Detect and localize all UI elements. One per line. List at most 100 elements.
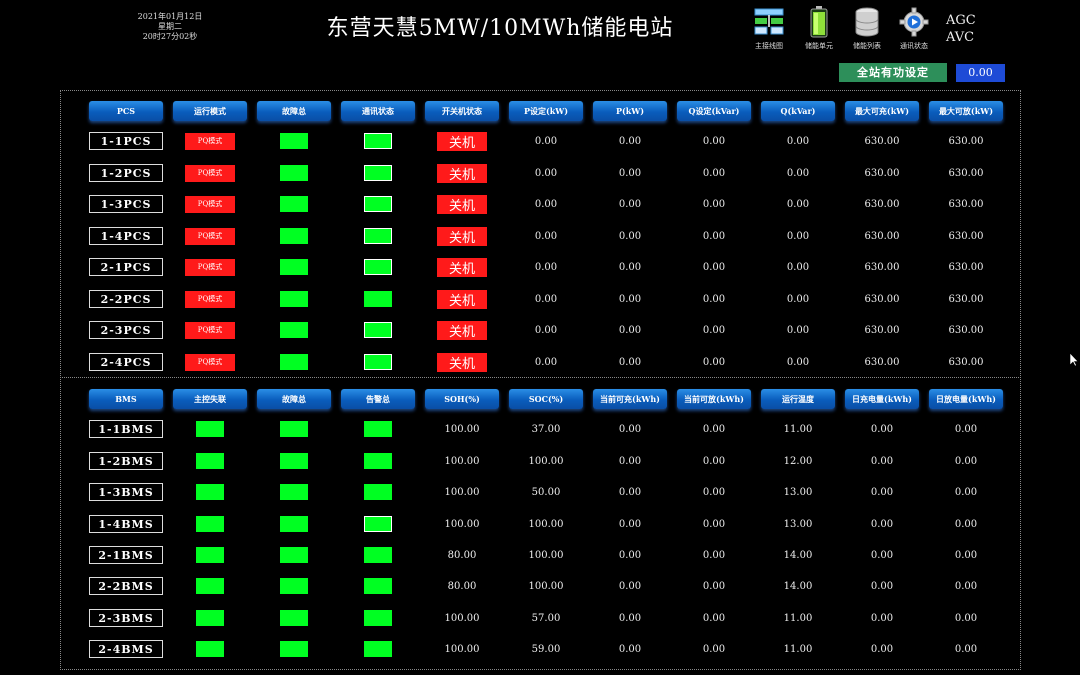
table-cell: 0.00 (761, 257, 835, 277)
table-cell: 运行模式 (173, 101, 247, 121)
value-max-charge: 630.00 (864, 198, 900, 210)
bms-name-button[interactable]: 2-3BMS (89, 609, 163, 627)
pcs-name-button[interactable]: 2-1PCS (89, 258, 163, 276)
station-active-power-setpoint-button[interactable]: 全站有功设定 (839, 63, 947, 82)
table-cell: 2-2BMS (89, 576, 163, 596)
pcs-name-button[interactable]: 1-2PCS (89, 164, 163, 182)
bms-column-header[interactable]: 运行温度 (761, 389, 835, 409)
value-temp: 11.00 (783, 643, 813, 655)
table-cell: 最大可充(kW) (845, 101, 919, 121)
bms-column-header[interactable]: 主控失联 (173, 389, 247, 409)
value-day-discharge: 0.00 (954, 518, 978, 530)
table-cell: 100.00 (425, 514, 499, 534)
battery-icon (803, 6, 835, 38)
pcs-name-button[interactable]: 2-4PCS (89, 353, 163, 371)
table-cell: 1-1BMS (89, 419, 163, 439)
fault-indicator (280, 641, 308, 657)
table-cell: 0.00 (509, 194, 583, 214)
value-q: 0.00 (786, 293, 810, 305)
value-p: 0.00 (618, 167, 642, 179)
onoff-status-button[interactable]: 关机 (437, 226, 487, 246)
nav-comm-status[interactable]: 通讯状态 (889, 6, 939, 51)
run-mode-badge: PQ模式 (185, 164, 235, 182)
pcs-name-button[interactable]: 2-3PCS (89, 321, 163, 339)
onoff-status-button[interactable]: 关机 (437, 131, 487, 151)
bms-column-header[interactable]: SOC(%) (509, 389, 583, 409)
table-cell (341, 226, 415, 246)
table-cell (341, 131, 415, 151)
table-cell: 0.00 (761, 289, 835, 309)
table-cell: 故障总 (257, 101, 331, 121)
bms-name-button[interactable]: 1-2BMS (89, 452, 163, 470)
table-cell (257, 131, 331, 151)
bms-column-header[interactable]: SOH(%) (425, 389, 499, 409)
table-cell: 0.00 (509, 257, 583, 277)
nav-storage-list[interactable]: 储能列表 (842, 6, 892, 51)
fault-indicator (280, 133, 308, 149)
table-cell: PQ模式 (173, 163, 247, 183)
table-cell: 运行温度 (761, 389, 835, 409)
pcs-column-header[interactable]: PCS (89, 101, 163, 121)
table-cell: 59.00 (509, 639, 583, 659)
onoff-status-button[interactable]: 关机 (437, 163, 487, 183)
table-cell: 100.00 (425, 419, 499, 439)
onoff-status-button[interactable]: 关机 (437, 194, 487, 214)
bms-name-button[interactable]: 2-2BMS (89, 577, 163, 595)
table-cell: 0.00 (677, 163, 751, 183)
onoff-status-button[interactable]: 关机 (437, 289, 487, 309)
value-soh: 100.00 (444, 455, 480, 467)
table-cell: 630.00 (845, 163, 919, 183)
onoff-status-button[interactable]: 关机 (437, 352, 487, 372)
pcs-column-header[interactable]: Q(kVar) (761, 101, 835, 121)
pcs-column-header[interactable]: Q设定(kVar) (677, 101, 751, 121)
pcs-column-header[interactable]: 最大可放(kW) (929, 101, 1003, 121)
table-cell: 100.00 (509, 451, 583, 471)
bms-name-button[interactable]: 1-1BMS (89, 420, 163, 438)
table-cell: 0.00 (677, 514, 751, 534)
table-cell: PQ模式 (173, 352, 247, 372)
fault-indicator (280, 165, 308, 181)
table-cell: 630.00 (929, 257, 1003, 277)
bms-column-header[interactable]: BMS (89, 389, 163, 409)
nav-main-wiring[interactable]: 主接线图 (744, 6, 794, 51)
nav-storage-unit[interactable]: 储能单元 (794, 6, 844, 51)
value-q: 0.00 (786, 167, 810, 179)
pcs-column-header[interactable]: P(kW) (593, 101, 667, 121)
pcs-column-header[interactable]: 通讯状态 (341, 101, 415, 121)
table-cell (341, 194, 415, 214)
pcs-name-button[interactable]: 2-2PCS (89, 290, 163, 308)
table-cell: 80.00 (425, 576, 499, 596)
onoff-status-button[interactable]: 关机 (437, 257, 487, 277)
bms-column-header[interactable]: 日充电量(kWh) (845, 389, 919, 409)
bms-name-button[interactable]: 1-3BMS (89, 483, 163, 501)
pcs-column-header[interactable]: 最大可充(kW) (845, 101, 919, 121)
table-cell (173, 419, 247, 439)
bms-column-header[interactable]: 告警总 (341, 389, 415, 409)
bms-column-header[interactable]: 日放电量(kWh) (929, 389, 1003, 409)
table-cell: 100.00 (425, 608, 499, 628)
onoff-status-button[interactable]: 关机 (437, 320, 487, 340)
comm-status-indicator (364, 165, 392, 181)
run-mode-badge: PQ模式 (185, 290, 235, 308)
pcs-column-header[interactable]: 运行模式 (173, 101, 247, 121)
pcs-column-header[interactable]: 故障总 (257, 101, 331, 121)
bms-name-button[interactable]: 1-4BMS (89, 515, 163, 533)
fault-indicator (280, 322, 308, 338)
agc-label[interactable]: AGC (946, 12, 976, 29)
table-cell: 2-3BMS (89, 608, 163, 628)
pcs-name-button[interactable]: 1-4PCS (89, 227, 163, 245)
station-active-power-setpoint-value[interactable]: 0.00 (956, 64, 1005, 82)
bms-column-header[interactable]: 故障总 (257, 389, 331, 409)
bms-name-button[interactable]: 2-4BMS (89, 640, 163, 658)
pcs-column-header[interactable]: P设定(kW) (509, 101, 583, 121)
pcs-name-button[interactable]: 1-3PCS (89, 195, 163, 213)
table-cell: 0.00 (677, 482, 751, 502)
table-cell: 日放电量(kWh) (929, 389, 1003, 409)
bms-column-header[interactable]: 当前可放(kWh) (677, 389, 751, 409)
bms-name-button[interactable]: 2-1BMS (89, 546, 163, 564)
bms-column-header[interactable]: 当前可充(kWh) (593, 389, 667, 409)
avc-label[interactable]: AVC (946, 29, 976, 46)
pcs-name-button[interactable]: 1-1PCS (89, 132, 163, 150)
pcs-column-header[interactable]: 开关机状态 (425, 101, 499, 121)
table-cell: 0.00 (677, 289, 751, 309)
